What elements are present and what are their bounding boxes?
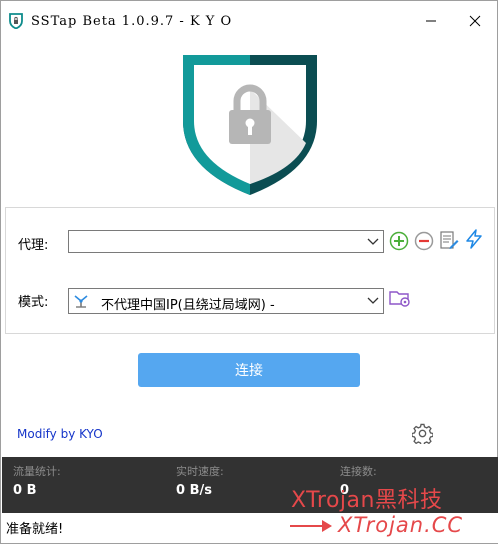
remove-proxy-icon[interactable] bbox=[414, 231, 434, 251]
mode-edit-icon[interactable] bbox=[389, 288, 411, 308]
traffic-value: 0 B bbox=[13, 483, 37, 498]
watermark-title: XTrojan黑科技 bbox=[291, 488, 443, 513]
arrow-right-icon bbox=[290, 520, 332, 532]
proxy-select[interactable] bbox=[68, 230, 384, 253]
stats-bar: 流量统计: 0 B 实时速度: 0 B/s 连接数: 0 XTrojan黑科技 bbox=[2, 457, 498, 513]
speed-value: 0 B/s bbox=[176, 483, 212, 498]
minimize-button[interactable] bbox=[409, 1, 453, 41]
mode-route-icon bbox=[74, 295, 88, 308]
traffic-label: 流量统计: bbox=[13, 465, 61, 478]
settings-panel: 代理: 模式: 不代理中国IP(且绕过局域网) - bbox=[5, 207, 495, 334]
minimize-icon bbox=[426, 20, 436, 22]
chevron-down-icon bbox=[367, 297, 379, 304]
close-button[interactable] bbox=[453, 1, 497, 41]
mode-select[interactable]: 不代理中国IP(且绕过局域网) - bbox=[68, 288, 384, 314]
modify-by-link[interactable]: Modify by KYO bbox=[17, 427, 103, 441]
watermark-url: XTrojan.CC bbox=[338, 513, 464, 537]
gear-icon[interactable] bbox=[412, 423, 433, 444]
close-icon bbox=[469, 15, 481, 27]
add-proxy-icon[interactable] bbox=[389, 231, 409, 251]
app-shield-icon bbox=[9, 13, 23, 29]
app-window: SSTap Beta 1.0.9.7 - K Y O 代理: 模式: 不代理中国… bbox=[0, 0, 498, 544]
title-bar[interactable]: SSTap Beta 1.0.9.7 - K Y O bbox=[1, 1, 497, 41]
flash-icon[interactable] bbox=[464, 229, 484, 249]
connect-button[interactable]: 连接 bbox=[138, 353, 360, 387]
chevron-down-icon bbox=[367, 238, 379, 245]
mode-select-value: 不代理中国IP(且绕过局域网) - bbox=[101, 298, 275, 313]
status-text: 准备就绪! bbox=[6, 522, 64, 537]
mode-label: 模式: bbox=[18, 295, 49, 310]
status-bar: 准备就绪! XTrojan.CC bbox=[2, 513, 498, 543]
shield-lock-logo bbox=[183, 55, 317, 195]
connections-label: 连接数: bbox=[340, 465, 377, 478]
speed-label: 实时速度: bbox=[176, 465, 224, 478]
edit-proxy-icon[interactable] bbox=[439, 230, 459, 250]
proxy-label: 代理: bbox=[18, 238, 49, 253]
window-title: SSTap Beta 1.0.9.7 - K Y O bbox=[31, 14, 233, 29]
